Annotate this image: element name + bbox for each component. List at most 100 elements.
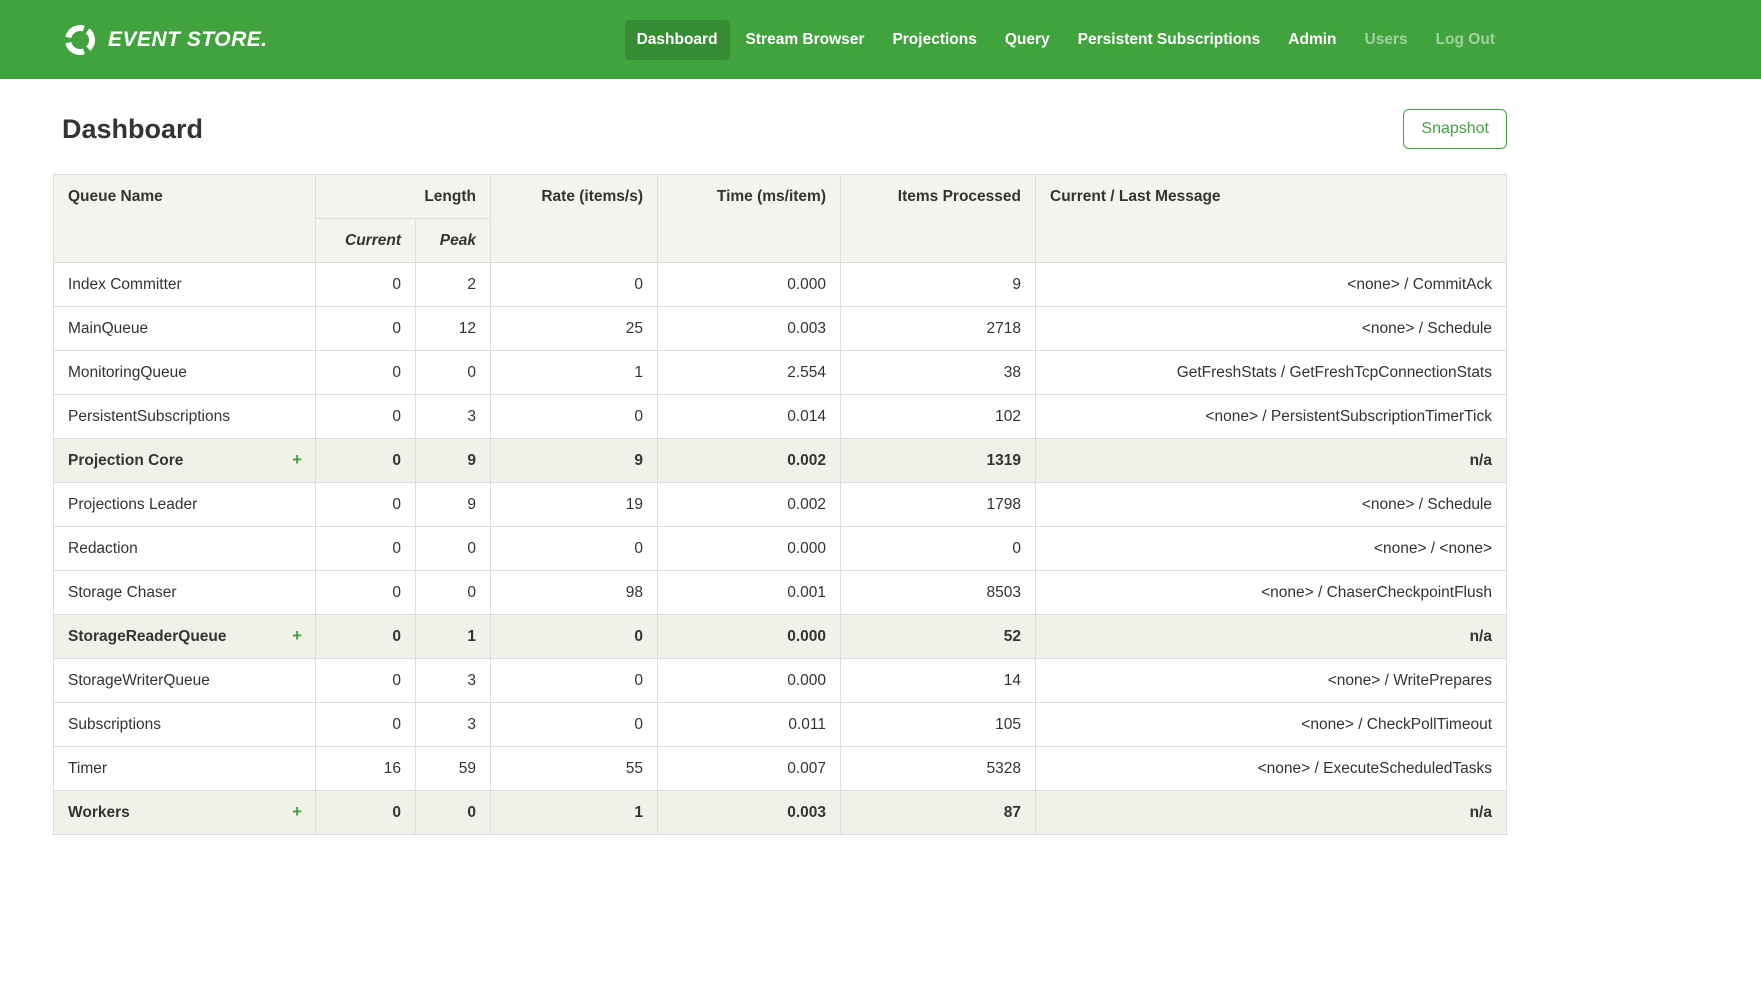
queue-current-length: 0	[316, 483, 416, 527]
queue-name: StorageReaderQueue	[68, 628, 227, 645]
queue-items-processed: 9	[841, 263, 1036, 307]
queue-time: 0.000	[658, 659, 841, 703]
queue-rate: 0	[491, 615, 658, 659]
queue-name: Projection Core	[68, 452, 183, 469]
queue-current-length: 0	[316, 527, 416, 571]
queue-name: Redaction	[68, 540, 138, 557]
queue-peak-length: 9	[416, 483, 491, 527]
queue-items-processed: 2718	[841, 307, 1036, 351]
queue-peak-length: 0	[416, 571, 491, 615]
expand-plus-icon[interactable]: +	[292, 626, 302, 645]
header-items-processed: Items Processed	[841, 175, 1036, 263]
queue-rate: 98	[491, 571, 658, 615]
header-queue-name: Queue Name	[54, 175, 316, 263]
queue-row: MonitoringQueue0012.55438GetFreshStats /…	[54, 351, 1507, 395]
queue-current-length: 0	[316, 439, 416, 483]
nav-item-projections[interactable]: Projections	[880, 20, 988, 60]
queue-items-processed: 1319	[841, 439, 1036, 483]
queue-name: Workers	[68, 804, 130, 821]
queue-name-cell: Workers +	[54, 791, 316, 835]
header-message: Current / Last Message	[1036, 175, 1507, 263]
table-header-row: Queue Name Length Rate (items/s) Time (m…	[54, 175, 1507, 219]
queue-time: 0.003	[658, 307, 841, 351]
queue-name: PersistentSubscriptions	[68, 408, 230, 425]
queue-peak-length: 0	[416, 351, 491, 395]
queue-peak-length: 3	[416, 659, 491, 703]
queue-time: 0.000	[658, 615, 841, 659]
queue-current-length: 0	[316, 659, 416, 703]
queue-current-length: 0	[316, 615, 416, 659]
nav-item-query[interactable]: Query	[993, 20, 1062, 60]
nav-item-log-out[interactable]: Log Out	[1424, 20, 1507, 60]
queue-items-processed: 105	[841, 703, 1036, 747]
brand-logo[interactable]: EVENT STORE.	[53, 22, 268, 58]
queue-peak-length: 59	[416, 747, 491, 791]
expand-plus-icon[interactable]: +	[292, 802, 302, 821]
nav-item-stream-browser[interactable]: Stream Browser	[734, 20, 877, 60]
queue-items-processed: 87	[841, 791, 1036, 835]
queue-name: Subscriptions	[68, 716, 161, 733]
expand-plus-icon[interactable]: +	[292, 450, 302, 469]
queue-current-length: 0	[316, 307, 416, 351]
queue-row: StorageWriterQueue0300.00014<none> / Wri…	[54, 659, 1507, 703]
nav-item-dashboard[interactable]: Dashboard	[625, 20, 730, 60]
queue-rate: 19	[491, 483, 658, 527]
queue-group-row: Workers+0010.00387n/a	[54, 791, 1507, 835]
page-title: Dashboard	[53, 114, 203, 145]
queue-row: PersistentSubscriptions0300.014102<none>…	[54, 395, 1507, 439]
queue-time: 2.554	[658, 351, 841, 395]
queue-peak-length: 3	[416, 703, 491, 747]
nav-item-admin[interactable]: Admin	[1276, 20, 1348, 60]
queue-name: Projections Leader	[68, 496, 197, 513]
queue-current-length: 0	[316, 703, 416, 747]
queue-current-length: 0	[316, 351, 416, 395]
page-content: Dashboard Snapshot Queue Name Length Rat…	[53, 79, 1507, 835]
queue-last-message: <none> / CommitAck	[1036, 263, 1507, 307]
navbar-container: EVENT STORE. DashboardStream BrowserProj…	[53, 20, 1507, 60]
queue-name: Timer	[68, 760, 107, 777]
queue-current-length: 16	[316, 747, 416, 791]
queues-table: Queue Name Length Rate (items/s) Time (m…	[53, 174, 1507, 835]
eventstore-swirl-icon	[62, 22, 98, 58]
queue-name-cell: StorageWriterQueue	[54, 659, 316, 703]
nav-item-users[interactable]: Users	[1353, 20, 1420, 60]
queue-current-length: 0	[316, 263, 416, 307]
queue-time: 0.001	[658, 571, 841, 615]
queue-items-processed: 0	[841, 527, 1036, 571]
nav-item-persistent-subscriptions[interactable]: Persistent Subscriptions	[1066, 20, 1273, 60]
queue-row: Index Committer0200.0009<none> / CommitA…	[54, 263, 1507, 307]
header-rate: Rate (items/s)	[491, 175, 658, 263]
snapshot-button[interactable]: Snapshot	[1403, 109, 1507, 149]
queue-last-message: <none> / CheckPollTimeout	[1036, 703, 1507, 747]
queue-last-message: <none> / WritePrepares	[1036, 659, 1507, 703]
queue-name-cell: Subscriptions	[54, 703, 316, 747]
header-current: Current	[316, 219, 416, 263]
queue-time: 0.003	[658, 791, 841, 835]
queue-name: StorageWriterQueue	[68, 672, 210, 689]
queue-rate: 9	[491, 439, 658, 483]
queue-last-message: n/a	[1036, 439, 1507, 483]
queue-time: 0.011	[658, 703, 841, 747]
queue-rate: 55	[491, 747, 658, 791]
queue-peak-length: 3	[416, 395, 491, 439]
queue-rate: 25	[491, 307, 658, 351]
header-length: Length	[316, 175, 491, 219]
brand-name: EVENT STORE.	[108, 28, 268, 52]
page-header: Dashboard Snapshot	[53, 79, 1507, 174]
queue-rate: 0	[491, 703, 658, 747]
queue-last-message: n/a	[1036, 791, 1507, 835]
queue-rate: 0	[491, 263, 658, 307]
queue-peak-length: 1	[416, 615, 491, 659]
queue-name: Storage Chaser	[68, 584, 177, 601]
queue-rate: 1	[491, 791, 658, 835]
queue-rate: 0	[491, 395, 658, 439]
queue-peak-length: 2	[416, 263, 491, 307]
queue-name-cell: Storage Chaser	[54, 571, 316, 615]
queue-current-length: 0	[316, 571, 416, 615]
queue-name-cell: Redaction	[54, 527, 316, 571]
queue-peak-length: 12	[416, 307, 491, 351]
queue-current-length: 0	[316, 395, 416, 439]
queue-row: Projections Leader09190.0021798<none> / …	[54, 483, 1507, 527]
queue-items-processed: 8503	[841, 571, 1036, 615]
queue-peak-length: 9	[416, 439, 491, 483]
